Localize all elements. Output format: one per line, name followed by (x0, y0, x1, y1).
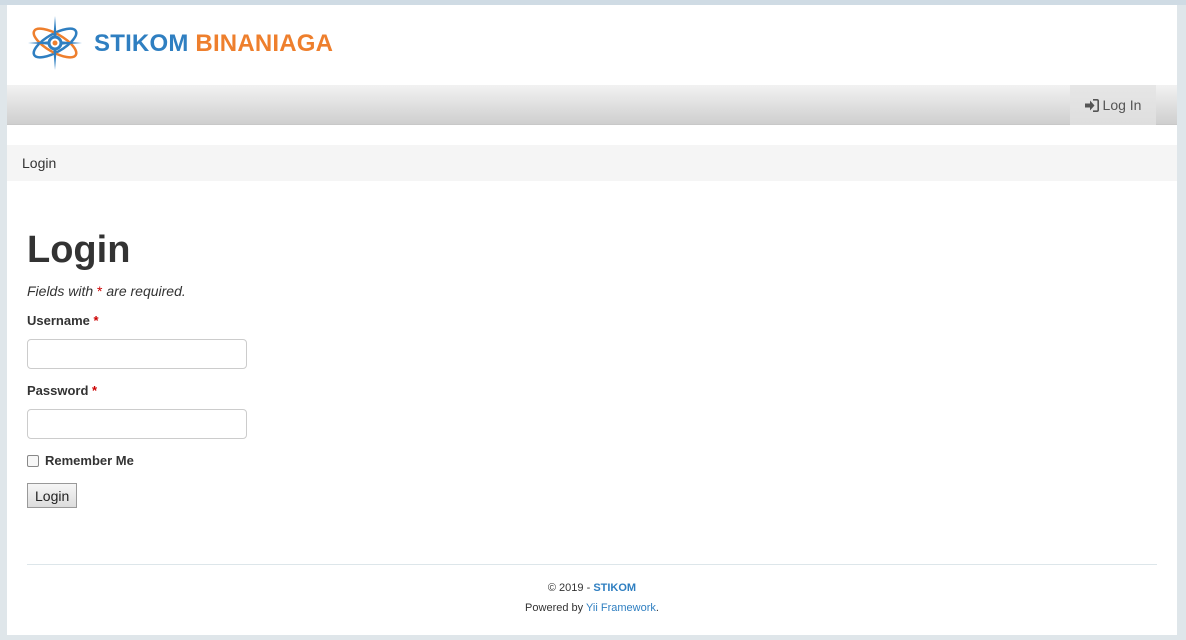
breadcrumb: Login (7, 145, 1177, 181)
footer-divider (27, 564, 1157, 565)
footer: © 2019 - STIKOM Powered by Yii Framework… (7, 578, 1177, 618)
username-required-star: * (93, 313, 99, 328)
password-label-text: Password (27, 383, 89, 398)
required-note: Fields with * are required. (27, 283, 427, 299)
remember-me-row: Remember Me (27, 453, 134, 468)
login-form: Login Fields with * are required. Userna… (27, 227, 427, 508)
username-label-text: Username (27, 313, 90, 328)
note-suffix: are required. (106, 283, 186, 299)
brand-part-1: STIKOM (94, 30, 189, 57)
login-submit-label: Login (35, 487, 70, 504)
sign-in-icon (1084, 98, 1099, 112)
brand-part-2: BINANIAGA (195, 30, 334, 57)
brand-name[interactable]: STIKOM BINANIAGA (94, 30, 333, 58)
header: STIKOM BINANIAGA (7, 5, 1177, 85)
nav-login-label: Log In (1102, 97, 1142, 113)
page-title: Login (27, 229, 131, 271)
note-required-star: * (97, 283, 103, 299)
powered-suffix: . (655, 602, 659, 614)
username-input[interactable] (27, 339, 247, 369)
footer-copyright: © 2019 - STIKOM (7, 578, 1177, 598)
copyright-brand: STIKOM (593, 582, 637, 594)
remember-me-label[interactable]: Remember Me (45, 453, 134, 468)
page-container: STIKOM BINANIAGA Log In Login Login Fiel… (7, 5, 1177, 635)
main-navbar: Log In (7, 85, 1177, 125)
password-field-wrapper (27, 409, 247, 439)
powered-prefix: Powered by (525, 602, 584, 614)
nav-login-link[interactable]: Log In (1070, 85, 1156, 125)
username-field-wrapper (27, 339, 247, 369)
note-prefix: Fields with (27, 283, 94, 299)
remember-me-checkbox[interactable] (27, 454, 39, 467)
login-submit-button[interactable]: Login (27, 483, 78, 508)
password-required-star: * (92, 383, 98, 398)
password-input[interactable] (27, 409, 247, 439)
username-label: Username * (27, 313, 99, 328)
atom-orbit-icon[interactable] (26, 14, 84, 72)
yii-framework-link[interactable]: Yii Framework (586, 602, 656, 614)
breadcrumb-current: Login (22, 155, 57, 171)
password-label: Password * (27, 383, 97, 398)
copyright-prefix: © 2019 - (547, 582, 591, 594)
footer-powered-by: Powered by Yii Framework. (7, 598, 1177, 618)
